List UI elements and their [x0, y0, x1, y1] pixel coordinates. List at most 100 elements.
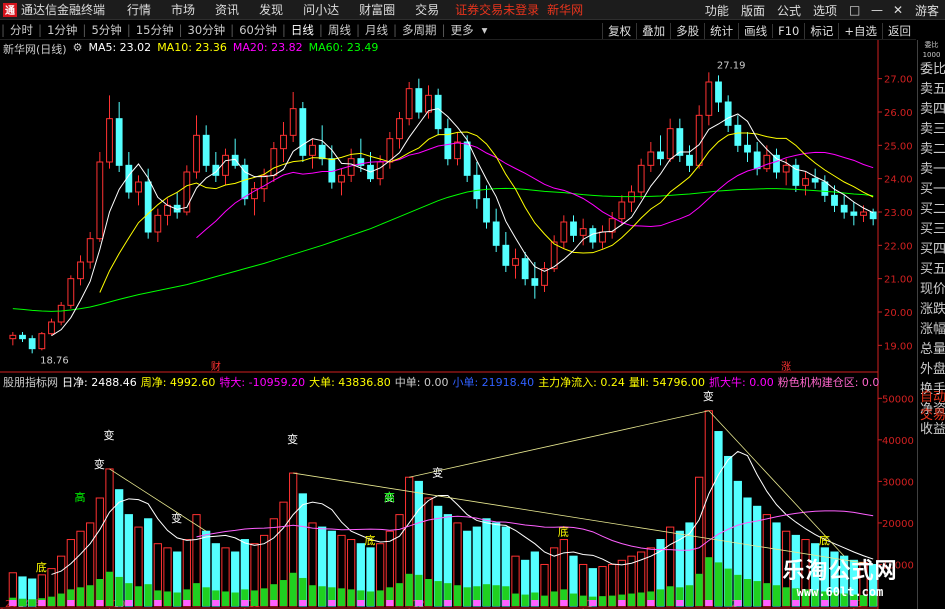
- candle-body: [734, 124, 742, 146]
- panel-top: 委比1000: [922, 41, 941, 59]
- menu-layout[interactable]: 版面: [735, 2, 771, 19]
- volume-green-bar: [521, 594, 529, 606]
- app-logo: 通: [3, 2, 17, 17]
- guest-label[interactable]: 游客: [909, 2, 945, 19]
- indicator-value: 特大: -10959.20: [219, 376, 306, 388]
- add-watchlist-button[interactable]: +自选: [838, 22, 882, 39]
- panel-auto-trade[interactable]: 自动: [918, 386, 945, 405]
- kline-chart[interactable]: 27.00 26.00 25.00 24.00 23.00 22.00 21.00 20.00…: [0, 40, 917, 609]
- candle-body: [657, 151, 664, 160]
- menu-news[interactable]: 资讯: [205, 1, 249, 18]
- volume-green-bar: [231, 592, 239, 606]
- candle-body: [705, 81, 713, 116]
- multi-stock-button[interactable]: 多股: [670, 22, 704, 39]
- adjust-button[interactable]: 复权: [602, 22, 636, 39]
- panel-item[interactable]: 涨跌: [918, 300, 945, 320]
- candle-body: [434, 94, 442, 130]
- candle-body: [318, 144, 326, 160]
- panel-item[interactable]: 买五: [918, 260, 945, 280]
- period-1min[interactable]: 1分钟: [43, 22, 81, 38]
- menu-options[interactable]: 选项: [807, 2, 843, 19]
- candle-body: [396, 118, 403, 140]
- menu-ask[interactable]: 问小达: [293, 1, 349, 18]
- candle-body: [144, 181, 152, 233]
- volume-pink-bar: [792, 600, 800, 606]
- close-icon[interactable]: ✕: [887, 3, 909, 17]
- indicator-value: 抓大牛: 0.00: [709, 376, 774, 388]
- panel-item[interactable]: 买三: [918, 220, 945, 240]
- candle-body: [521, 258, 529, 280]
- panel-item[interactable]: 卖五: [918, 80, 945, 100]
- candle-body: [405, 88, 413, 120]
- volume-green-bar: [173, 592, 181, 606]
- mark-button[interactable]: 标记: [804, 22, 838, 39]
- panel-item[interactable]: 总量: [918, 340, 945, 360]
- panel-item[interactable]: 卖一: [918, 160, 945, 180]
- period-30min[interactable]: 30分钟: [184, 22, 230, 38]
- maximize-icon[interactable]: □: [843, 3, 865, 17]
- price-extreme-label: 27.19: [717, 60, 746, 71]
- panel-auto-trade[interactable]: 交易: [918, 404, 945, 423]
- volume-green-bar: [192, 583, 201, 606]
- menu-formula[interactable]: 公式: [771, 2, 807, 19]
- period-intraday[interactable]: 分时: [6, 22, 37, 38]
- volume-green-bar: [28, 599, 36, 606]
- panel-item[interactable]: 买一: [918, 180, 945, 200]
- panel-item[interactable]: 卖四: [918, 100, 945, 120]
- volume-pink-bar: [531, 600, 539, 606]
- ma60-line: [12, 187, 874, 312]
- menu-wealth[interactable]: 财富圈: [349, 1, 405, 18]
- indicator-value: 中单: 0.00: [394, 376, 449, 388]
- period-15min[interactable]: 15分钟: [132, 22, 178, 38]
- volume-pink-bar: [734, 600, 742, 606]
- volume-green-bar: [811, 590, 819, 606]
- panel-item[interactable]: 现价: [918, 280, 945, 300]
- panel-item[interactable]: 买四: [918, 240, 945, 260]
- volume-green-bar: [714, 562, 723, 606]
- panel-item[interactable]: 外盘: [918, 360, 945, 380]
- candle-body: [502, 244, 510, 266]
- candle-body: [463, 141, 471, 176]
- candle-body: [666, 128, 674, 160]
- panel-item[interactable]: 卖三: [918, 120, 945, 140]
- volume-green-bar: [724, 568, 732, 606]
- indicator-value: 粉色机构建仓区: 0.00: [777, 376, 880, 388]
- panel-item[interactable]: 卖二: [918, 140, 945, 160]
- panel-item[interactable]: 买二: [918, 200, 945, 220]
- minimize-icon[interactable]: —: [865, 3, 887, 17]
- volume-pink-bar: [850, 600, 858, 606]
- f10-button[interactable]: F10: [772, 23, 804, 38]
- menu-quotes[interactable]: 行情: [117, 1, 161, 18]
- back-button[interactable]: 返回: [882, 22, 916, 39]
- candle-body: [753, 151, 761, 170]
- period-multi[interactable]: 多周期: [398, 22, 441, 38]
- indicator-value: 股朋指标网: [3, 376, 58, 388]
- candle-body: [48, 321, 55, 335]
- menu-discover[interactable]: 发现: [249, 1, 293, 18]
- candle-body: [599, 231, 606, 243]
- stats-button[interactable]: 统计: [704, 22, 738, 39]
- period-daily[interactable]: 日线: [287, 22, 318, 38]
- period-more[interactable]: 更多: [447, 22, 478, 38]
- period-60min[interactable]: 60分钟: [235, 22, 281, 38]
- login-notice[interactable]: 证券交易未登录: [455, 1, 539, 18]
- overlay-button[interactable]: 叠加: [636, 22, 670, 39]
- panel-item[interactable]: 涨幅: [918, 320, 945, 340]
- candle-body: [579, 228, 587, 236]
- volume-green-bar: [685, 585, 694, 606]
- panel-item[interactable]: 委比: [918, 60, 945, 80]
- menu-trade[interactable]: 交易: [405, 1, 449, 18]
- dropdown-icon[interactable]: ▾: [478, 23, 492, 37]
- draw-button[interactable]: 画线: [738, 22, 772, 39]
- period-weekly[interactable]: 周线: [324, 22, 355, 38]
- period-5min[interactable]: 5分钟: [87, 22, 125, 38]
- menu-market[interactable]: 市场: [161, 1, 205, 18]
- menu-function[interactable]: 功能: [699, 2, 735, 19]
- period-monthly[interactable]: 月线: [361, 22, 392, 38]
- volume-pink-bar: [705, 600, 713, 606]
- candle-body: [241, 164, 249, 200]
- main-menu: 行情 市场 资讯 发现 问小达 财富圈 交易: [117, 1, 449, 18]
- candle-body: [164, 204, 171, 216]
- panel-item[interactable]: 收益: [918, 420, 945, 440]
- volume-green-bar: [463, 587, 471, 606]
